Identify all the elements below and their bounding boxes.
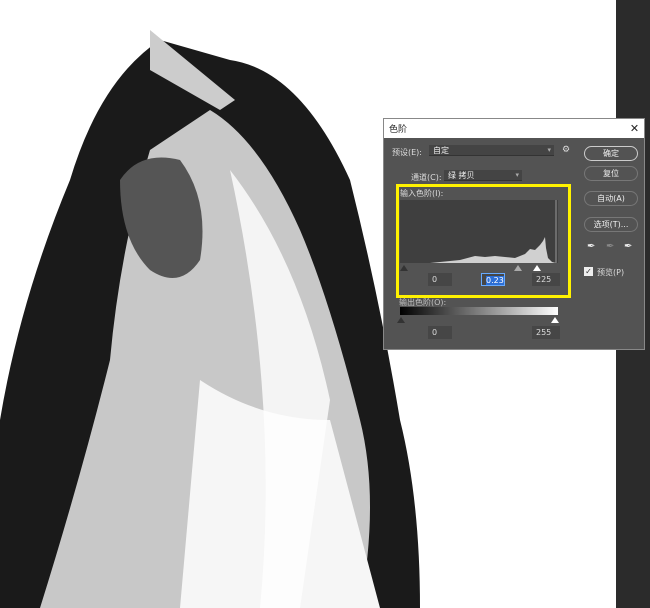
ok-button[interactable]: 确定 [584,146,638,161]
preset-label: 预设(E): [392,148,422,157]
output-gradient [400,307,558,315]
input-white-slider[interactable] [533,265,541,271]
close-icon[interactable]: ✕ [625,122,644,135]
channel-value: 绿 拷贝 [448,171,475,180]
input-gamma-slider[interactable] [514,265,522,271]
output-white-slider[interactable] [551,317,559,323]
preview-label: 预览(P) [597,268,625,277]
options-button[interactable]: 选项(T)... [584,217,638,232]
auto-button[interactable]: 自动(A) [584,191,638,206]
input-gamma-field[interactable]: 0.23 [486,276,504,285]
white-eyedropper-icon[interactable]: ✒ [624,241,632,252]
levels-dialog: 色阶 ✕ 预设(E): 自定 ▾ ⚙ 通道(C): 绿 拷贝 ▾ 输入色阶(I): … [383,118,645,350]
preset-select[interactable]: 自定 ▾ [429,145,554,156]
dialog-title: 色阶 [389,125,408,135]
output-white-field[interactable]: 255 [532,326,560,339]
chevron-down-icon: ▾ [515,171,519,179]
input-white-field[interactable]: 225 [532,273,560,286]
channel-select[interactable]: 绿 拷贝 ▾ [444,170,522,181]
dialog-titlebar[interactable]: 色阶 ✕ [384,119,644,138]
channel-label: 通道(C): [411,173,442,182]
gray-eyedropper-icon[interactable]: ✒ [606,241,614,252]
gear-icon[interactable]: ⚙ [562,145,570,155]
chevron-down-icon: ▾ [547,146,551,154]
output-black-slider[interactable] [397,317,405,323]
preset-value: 自定 [433,146,449,155]
input-black-slider[interactable] [400,265,408,271]
black-eyedropper-icon[interactable]: ✒ [587,241,595,252]
input-black-field[interactable]: 0 [428,273,452,286]
output-black-field[interactable]: 0 [428,326,452,339]
preview-checkbox[interactable]: ✓ [584,267,593,276]
reset-button[interactable]: 复位 [584,166,638,181]
input-levels-label: 输入色阶(I): [400,189,444,198]
histogram [400,200,558,263]
